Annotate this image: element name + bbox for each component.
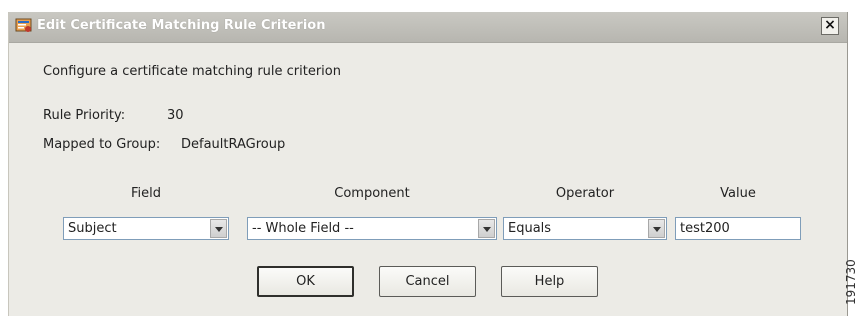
operator-column-header: Operator <box>555 186 615 201</box>
ok-button[interactable]: OK <box>257 266 354 297</box>
component-column-header: Component <box>334 186 410 201</box>
close-button[interactable]: × <box>821 17 839 35</box>
figure-id-label: 191730 <box>844 259 858 305</box>
value-input[interactable]: test200 <box>675 217 801 240</box>
rule-priority-label: Rule Priority: <box>43 108 126 123</box>
mapped-group-label: Mapped to Group: <box>43 137 161 152</box>
chevron-down-icon[interactable] <box>478 219 495 238</box>
value-column-header: Value <box>720 186 756 201</box>
chevron-down-icon[interactable] <box>210 219 227 238</box>
rule-priority-value: 30 <box>167 108 184 123</box>
title-bar[interactable]: Edit Certificate Matching Rule Criterion… <box>9 12 847 43</box>
operator-selected-value: Equals <box>508 221 552 236</box>
chevron-down-icon[interactable] <box>648 219 665 238</box>
certificate-icon <box>15 18 32 32</box>
operator-dropdown[interactable]: Equals <box>503 217 667 240</box>
field-dropdown[interactable]: Subject <box>63 217 229 240</box>
component-selected-value: -- Whole Field -- <box>252 221 354 236</box>
help-button[interactable]: Help <box>501 266 598 297</box>
cancel-button[interactable]: Cancel <box>379 266 476 297</box>
value-input-text: test200 <box>680 221 730 236</box>
dialog-description: Configure a certificate matching rule cr… <box>43 64 341 79</box>
component-dropdown[interactable]: -- Whole Field -- <box>247 217 497 240</box>
field-selected-value: Subject <box>68 221 117 236</box>
field-column-header: Field <box>130 186 161 201</box>
edit-criterion-dialog: Edit Certificate Matching Rule Criterion… <box>8 12 848 316</box>
window-title: Edit Certificate Matching Rule Criterion <box>37 18 326 33</box>
mapped-group-value: DefaultRAGroup <box>181 137 286 152</box>
